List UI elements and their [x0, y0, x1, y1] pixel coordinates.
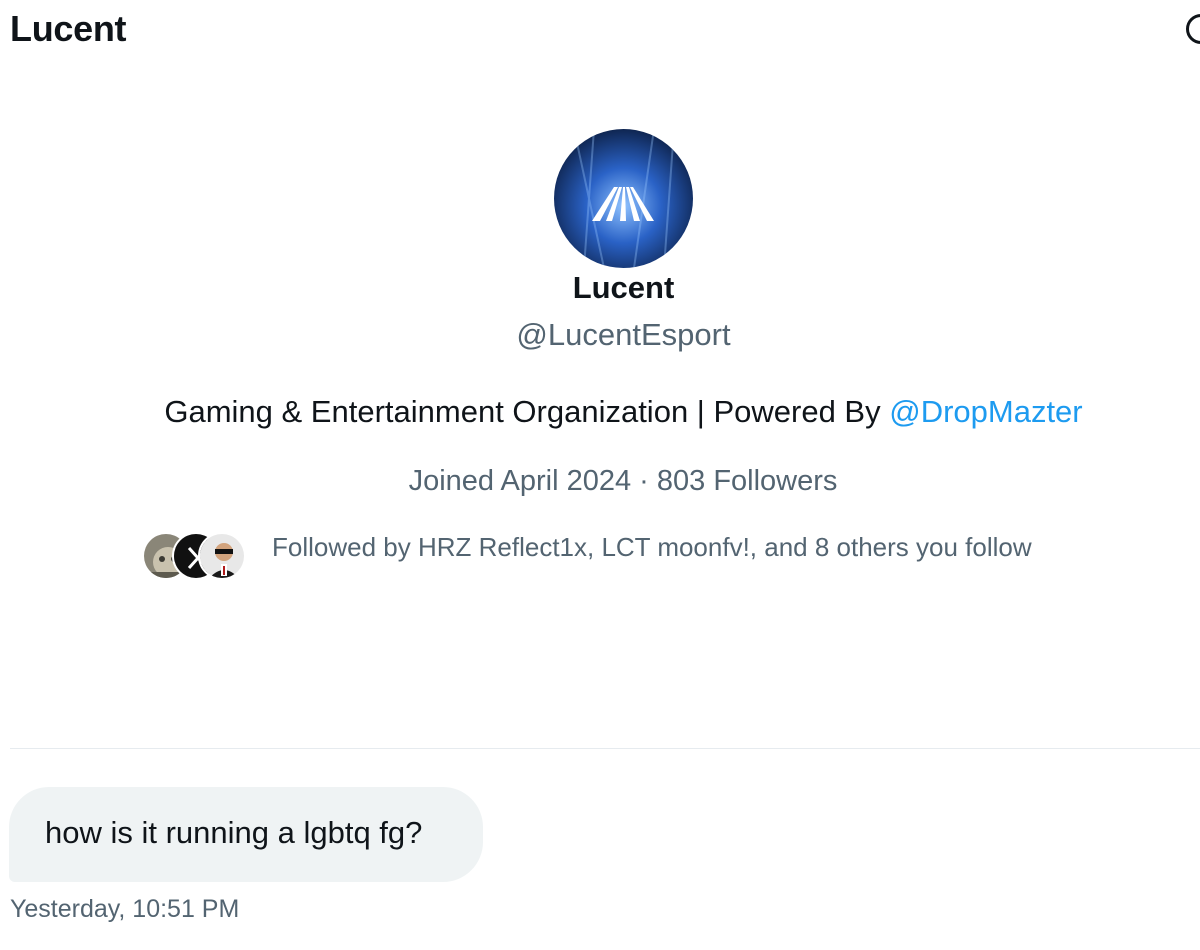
dm-conversation-page: Lucent Lucent @LucentEsport Gaming & Ent…: [0, 0, 1200, 950]
meta-separator: ·: [639, 465, 649, 497]
followers-count[interactable]: 803 Followers: [657, 465, 838, 497]
profile-meta: Joined April 2024 · 803 Followers: [0, 465, 1200, 498]
bio-text: Gaming & Entertainment Organization | Po…: [164, 394, 890, 429]
profile-bio: Gaming & Entertainment Organization | Po…: [0, 394, 1200, 430]
joined-date: Joined April 2024: [408, 465, 632, 497]
followed-by-text: Followed by HRZ Reflect1x, LCT moonfv!, …: [272, 532, 1032, 562]
conversation-title: Lucent: [10, 8, 127, 49]
follower-avatar: [198, 532, 246, 580]
message-text: how is it running a lgbtq fg?: [45, 815, 423, 850]
message-timestamp: Yesterday, 10:51 PM: [10, 895, 240, 923]
profile-name[interactable]: Lucent: [0, 270, 1200, 306]
profile-handle[interactable]: @LucentEsport: [0, 317, 1200, 353]
message-bubble[interactable]: how is it running a lgbtq fg?: [9, 787, 483, 882]
bio-mention-link[interactable]: @DropMazter: [889, 394, 1082, 429]
divider: [10, 748, 1200, 749]
info-circle-icon[interactable]: [1186, 14, 1200, 44]
followed-by-row[interactable]: Followed by HRZ Reflect1x, LCT moonfv!, …: [142, 530, 1142, 582]
profile-avatar[interactable]: [554, 129, 693, 268]
